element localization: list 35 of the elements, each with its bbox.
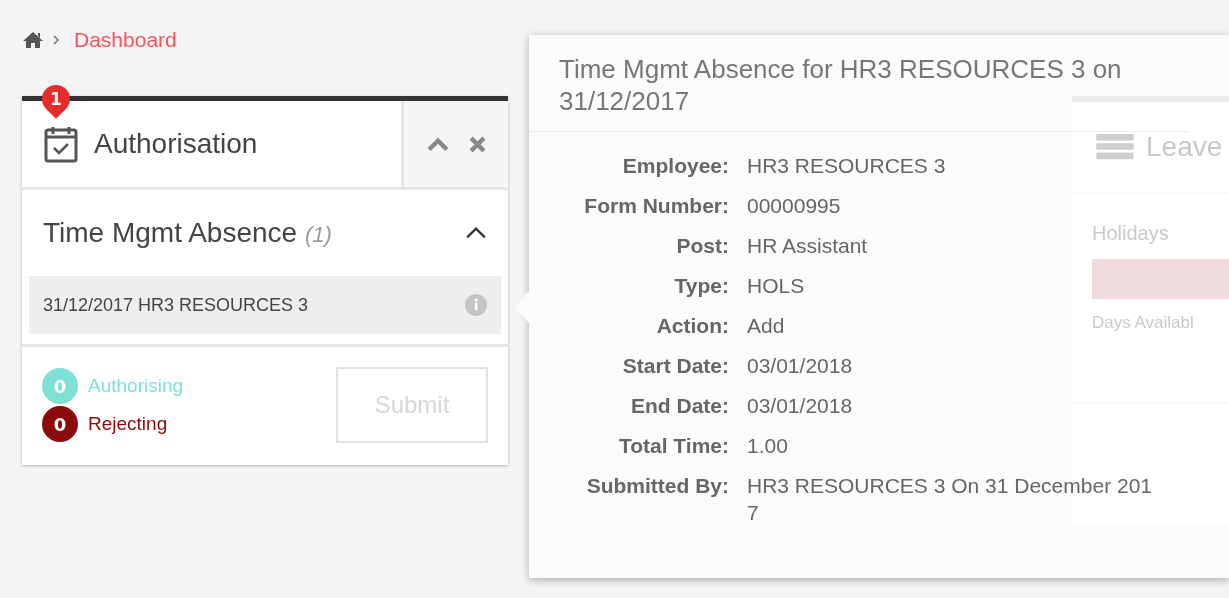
field-value: HOLS [747, 273, 805, 299]
field-label: Form Number: [583, 193, 729, 219]
field-value: HR3 RESOURCES 3 [747, 153, 946, 179]
section-title[interactable]: Time Mgmt Absence (1) [43, 217, 332, 249]
popover-pointer [515, 291, 529, 323]
chevron-icon[interactable] [465, 226, 487, 240]
collapse-icon[interactable] [426, 136, 449, 152]
field-value: 03/01/2018 [747, 353, 853, 379]
popover-title: Time Mgmt Absence for HR3 RESOURCES 3 on 31/12/2017 [529, 35, 1189, 132]
field-label: Employee: [621, 153, 729, 179]
info-icon[interactable] [465, 294, 487, 316]
counter-label: Rejecting [88, 413, 168, 435]
list-icon [1096, 133, 1134, 161]
field-value: HR3 RESOURCES 3 On 31 December 2017 [747, 473, 1153, 526]
field-value: HR Assistant [747, 233, 868, 259]
chevron-right-icon [52, 34, 60, 46]
field-label: Post: [675, 233, 729, 259]
field-value: 1.00 [747, 433, 788, 459]
calendar-check-icon [44, 125, 78, 163]
field-value: 03/01/2018 [747, 393, 853, 419]
count-badge: 0 [42, 406, 78, 442]
close-icon[interactable] [468, 135, 486, 153]
home-icon[interactable] [22, 31, 44, 49]
field-value: Add [747, 313, 785, 339]
counter-label: Authorising [88, 375, 184, 397]
field-value: 00000995 [747, 193, 841, 219]
field-label: Submitted By: [585, 473, 729, 499]
field-label: Action: [655, 313, 729, 339]
field-label: Start Date: [621, 353, 729, 379]
field-label: Total Time: [617, 433, 729, 459]
field-label: End Date: [630, 393, 729, 419]
count-badge: 0 [42, 368, 78, 404]
widget-title: Authorisation [94, 128, 258, 160]
list-item[interactable]: 31/12/2017 HR3 RESOURCES 3 [29, 276, 501, 334]
field-label: Type: [673, 273, 729, 299]
